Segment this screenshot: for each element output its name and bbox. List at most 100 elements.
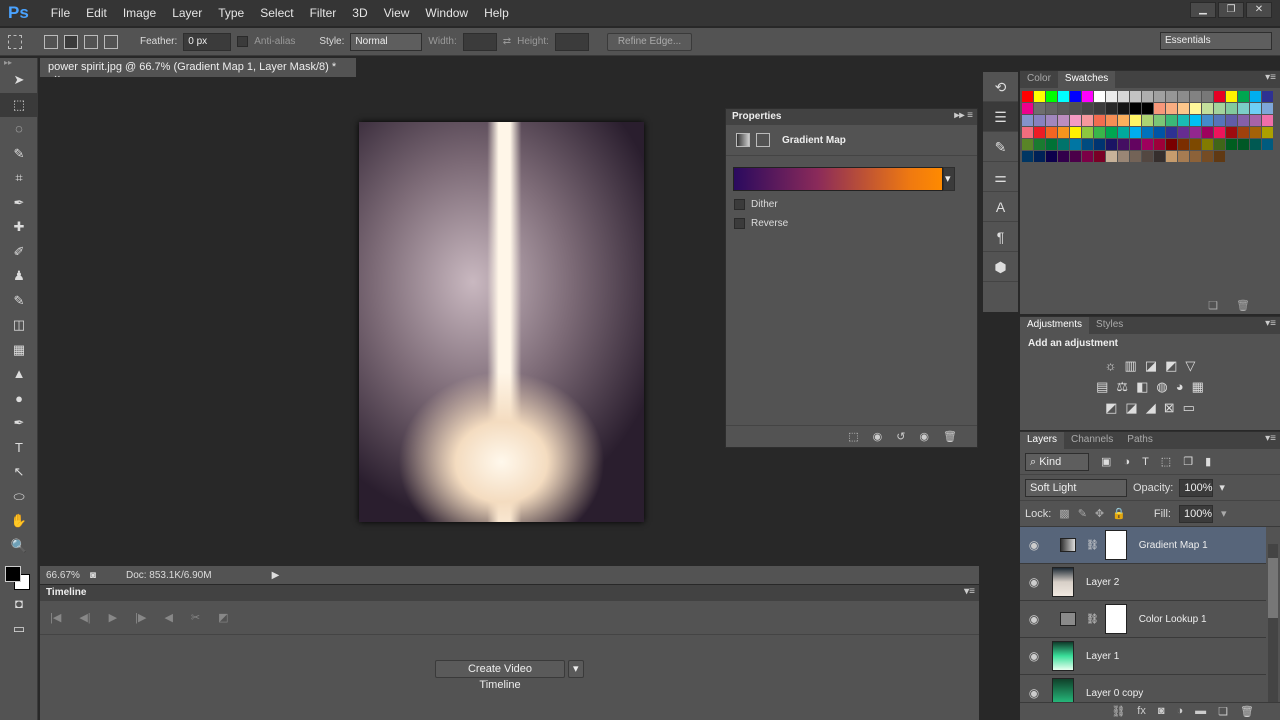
adjustment-icon[interactable]: ◢ bbox=[1146, 400, 1156, 416]
swap-icon[interactable]: ⇄ bbox=[503, 36, 511, 47]
rectangular-marquee-tool-icon[interactable]: ⬚ bbox=[0, 92, 38, 117]
color-swatches[interactable] bbox=[0, 562, 37, 592]
new-group-icon[interactable]: ▬ bbox=[1195, 705, 1206, 718]
swatch[interactable] bbox=[1130, 91, 1141, 102]
swatch[interactable] bbox=[1178, 127, 1189, 138]
layers-scrollbar[interactable] bbox=[1268, 544, 1278, 704]
swatch[interactable] bbox=[1106, 103, 1117, 114]
swatch[interactable] bbox=[1214, 115, 1225, 126]
swatch[interactable] bbox=[1046, 91, 1057, 102]
swatch[interactable] bbox=[1094, 151, 1105, 162]
swatch[interactable] bbox=[1154, 151, 1165, 162]
swatch[interactable] bbox=[1154, 115, 1165, 126]
swatch[interactable] bbox=[1106, 115, 1117, 126]
swatch[interactable] bbox=[1142, 139, 1153, 150]
swatch[interactable] bbox=[1082, 91, 1093, 102]
canvas-image[interactable] bbox=[359, 122, 644, 522]
workspace-select[interactable]: Essentials bbox=[1160, 32, 1272, 50]
menu-type[interactable]: Type bbox=[210, 6, 252, 20]
lock-position-icon[interactable]: ✥ bbox=[1095, 507, 1104, 520]
swatch[interactable] bbox=[1214, 127, 1225, 138]
audio-icon[interactable]: ◀ bbox=[164, 611, 172, 624]
swatch[interactable] bbox=[1118, 139, 1129, 150]
add-selection-icon[interactable] bbox=[64, 34, 78, 49]
character-icon[interactable]: A bbox=[983, 192, 1018, 222]
new-swatch-icon[interactable]: ❏ bbox=[1208, 299, 1218, 312]
swatch[interactable] bbox=[1022, 139, 1033, 150]
quick-selection-tool-icon[interactable]: ✎ bbox=[0, 142, 38, 167]
swatch[interactable] bbox=[1214, 151, 1225, 162]
antialias-checkbox[interactable] bbox=[237, 36, 249, 47]
layer-row[interactable]: ◉ ⛓ Gradient Map 1 bbox=[1020, 527, 1266, 564]
clone-stamp-tool-icon[interactable]: ♟ bbox=[0, 264, 38, 289]
tab-adjustments[interactable]: Adjustments bbox=[1020, 317, 1090, 334]
fx-icon[interactable]: fx bbox=[1137, 705, 1146, 718]
swatch[interactable] bbox=[1106, 151, 1117, 162]
lock-transparency-icon[interactable]: ▩ bbox=[1059, 507, 1069, 520]
visibility-eye-icon[interactable]: ◉ bbox=[1020, 612, 1048, 626]
swatch[interactable] bbox=[1238, 139, 1249, 150]
new-selection-icon[interactable] bbox=[44, 34, 58, 49]
adjustment-icon[interactable]: ◧ bbox=[1136, 379, 1148, 395]
filter-shape-icon[interactable]: ⬚ bbox=[1161, 455, 1171, 468]
swatch[interactable] bbox=[1190, 139, 1201, 150]
adjustment-icon[interactable]: ◪ bbox=[1145, 358, 1157, 374]
tab-channels[interactable]: Channels bbox=[1064, 432, 1120, 449]
history-icon[interactable]: ⟲ bbox=[983, 72, 1018, 102]
panel-menu-icon[interactable]: ▾≡ bbox=[1265, 433, 1276, 444]
brush-presets-icon[interactable]: ⚌ bbox=[983, 162, 1018, 192]
visibility-eye-icon[interactable]: ◉ bbox=[1020, 538, 1048, 552]
visibility-eye-icon[interactable]: ◉ bbox=[1020, 686, 1048, 700]
reverse-checkbox[interactable] bbox=[734, 218, 745, 229]
swatch[interactable] bbox=[1046, 151, 1057, 162]
lock-pixels-icon[interactable]: ✎ bbox=[1078, 507, 1087, 520]
type-tool-icon[interactable]: T bbox=[0, 436, 38, 461]
swatch[interactable] bbox=[1214, 103, 1225, 114]
delete-icon[interactable]: 🗑 bbox=[943, 430, 957, 443]
swatch[interactable] bbox=[1142, 103, 1153, 114]
adjustment-icon[interactable]: ▭ bbox=[1183, 400, 1195, 416]
layer-row[interactable]: ◉ Layer 2 bbox=[1020, 564, 1266, 601]
swatch[interactable] bbox=[1202, 103, 1213, 114]
height-input[interactable] bbox=[554, 32, 589, 51]
blur-tool-icon[interactable]: ▲ bbox=[0, 362, 38, 387]
swatch[interactable] bbox=[1142, 127, 1153, 138]
swatch[interactable] bbox=[1226, 127, 1237, 138]
timeline-dropdown-icon[interactable]: ▾ bbox=[568, 660, 584, 678]
swatch[interactable] bbox=[1034, 103, 1045, 114]
swatch[interactable] bbox=[1226, 103, 1237, 114]
dither-checkbox[interactable] bbox=[734, 199, 745, 210]
minimize-button[interactable]: ▁ bbox=[1190, 2, 1216, 18]
swatch[interactable] bbox=[1118, 103, 1129, 114]
adjustment-icon[interactable]: ▥ bbox=[1125, 358, 1137, 374]
refine-edge-button[interactable]: Refine Edge... bbox=[606, 32, 693, 51]
adjustment-icon[interactable]: ◍ bbox=[1156, 379, 1167, 395]
swatch[interactable] bbox=[1238, 127, 1249, 138]
swatch[interactable] bbox=[1202, 139, 1213, 150]
swatch[interactable] bbox=[1178, 139, 1189, 150]
swatch[interactable] bbox=[1178, 151, 1189, 162]
ellipse-tool-icon[interactable]: ⬭ bbox=[0, 485, 38, 510]
mask-icon[interactable] bbox=[756, 133, 770, 147]
swatch[interactable] bbox=[1202, 127, 1213, 138]
swatch[interactable] bbox=[1094, 139, 1105, 150]
swatch[interactable] bbox=[1034, 115, 1045, 126]
swatch[interactable] bbox=[1118, 91, 1129, 102]
adjustment-icon[interactable]: ⚖ bbox=[1116, 379, 1128, 395]
layer-row[interactable]: ◉ Layer 1 bbox=[1020, 638, 1266, 675]
swatch[interactable] bbox=[1070, 151, 1081, 162]
swatch[interactable] bbox=[1250, 127, 1261, 138]
swatch[interactable] bbox=[1154, 91, 1165, 102]
properties-icon[interactable]: ☰ bbox=[983, 102, 1018, 132]
swatch[interactable] bbox=[1262, 127, 1273, 138]
tab-color[interactable]: Color bbox=[1020, 71, 1058, 88]
swatch[interactable] bbox=[1226, 91, 1237, 102]
swatch[interactable] bbox=[1214, 91, 1225, 102]
swatch[interactable] bbox=[1082, 151, 1093, 162]
swatch[interactable] bbox=[1082, 127, 1093, 138]
fill-dropdown-icon[interactable]: ▾ bbox=[1221, 507, 1227, 520]
swatch[interactable] bbox=[1118, 151, 1129, 162]
menu-help[interactable]: Help bbox=[476, 6, 517, 20]
menu-image[interactable]: Image bbox=[115, 6, 164, 20]
swatch[interactable] bbox=[1238, 103, 1249, 114]
